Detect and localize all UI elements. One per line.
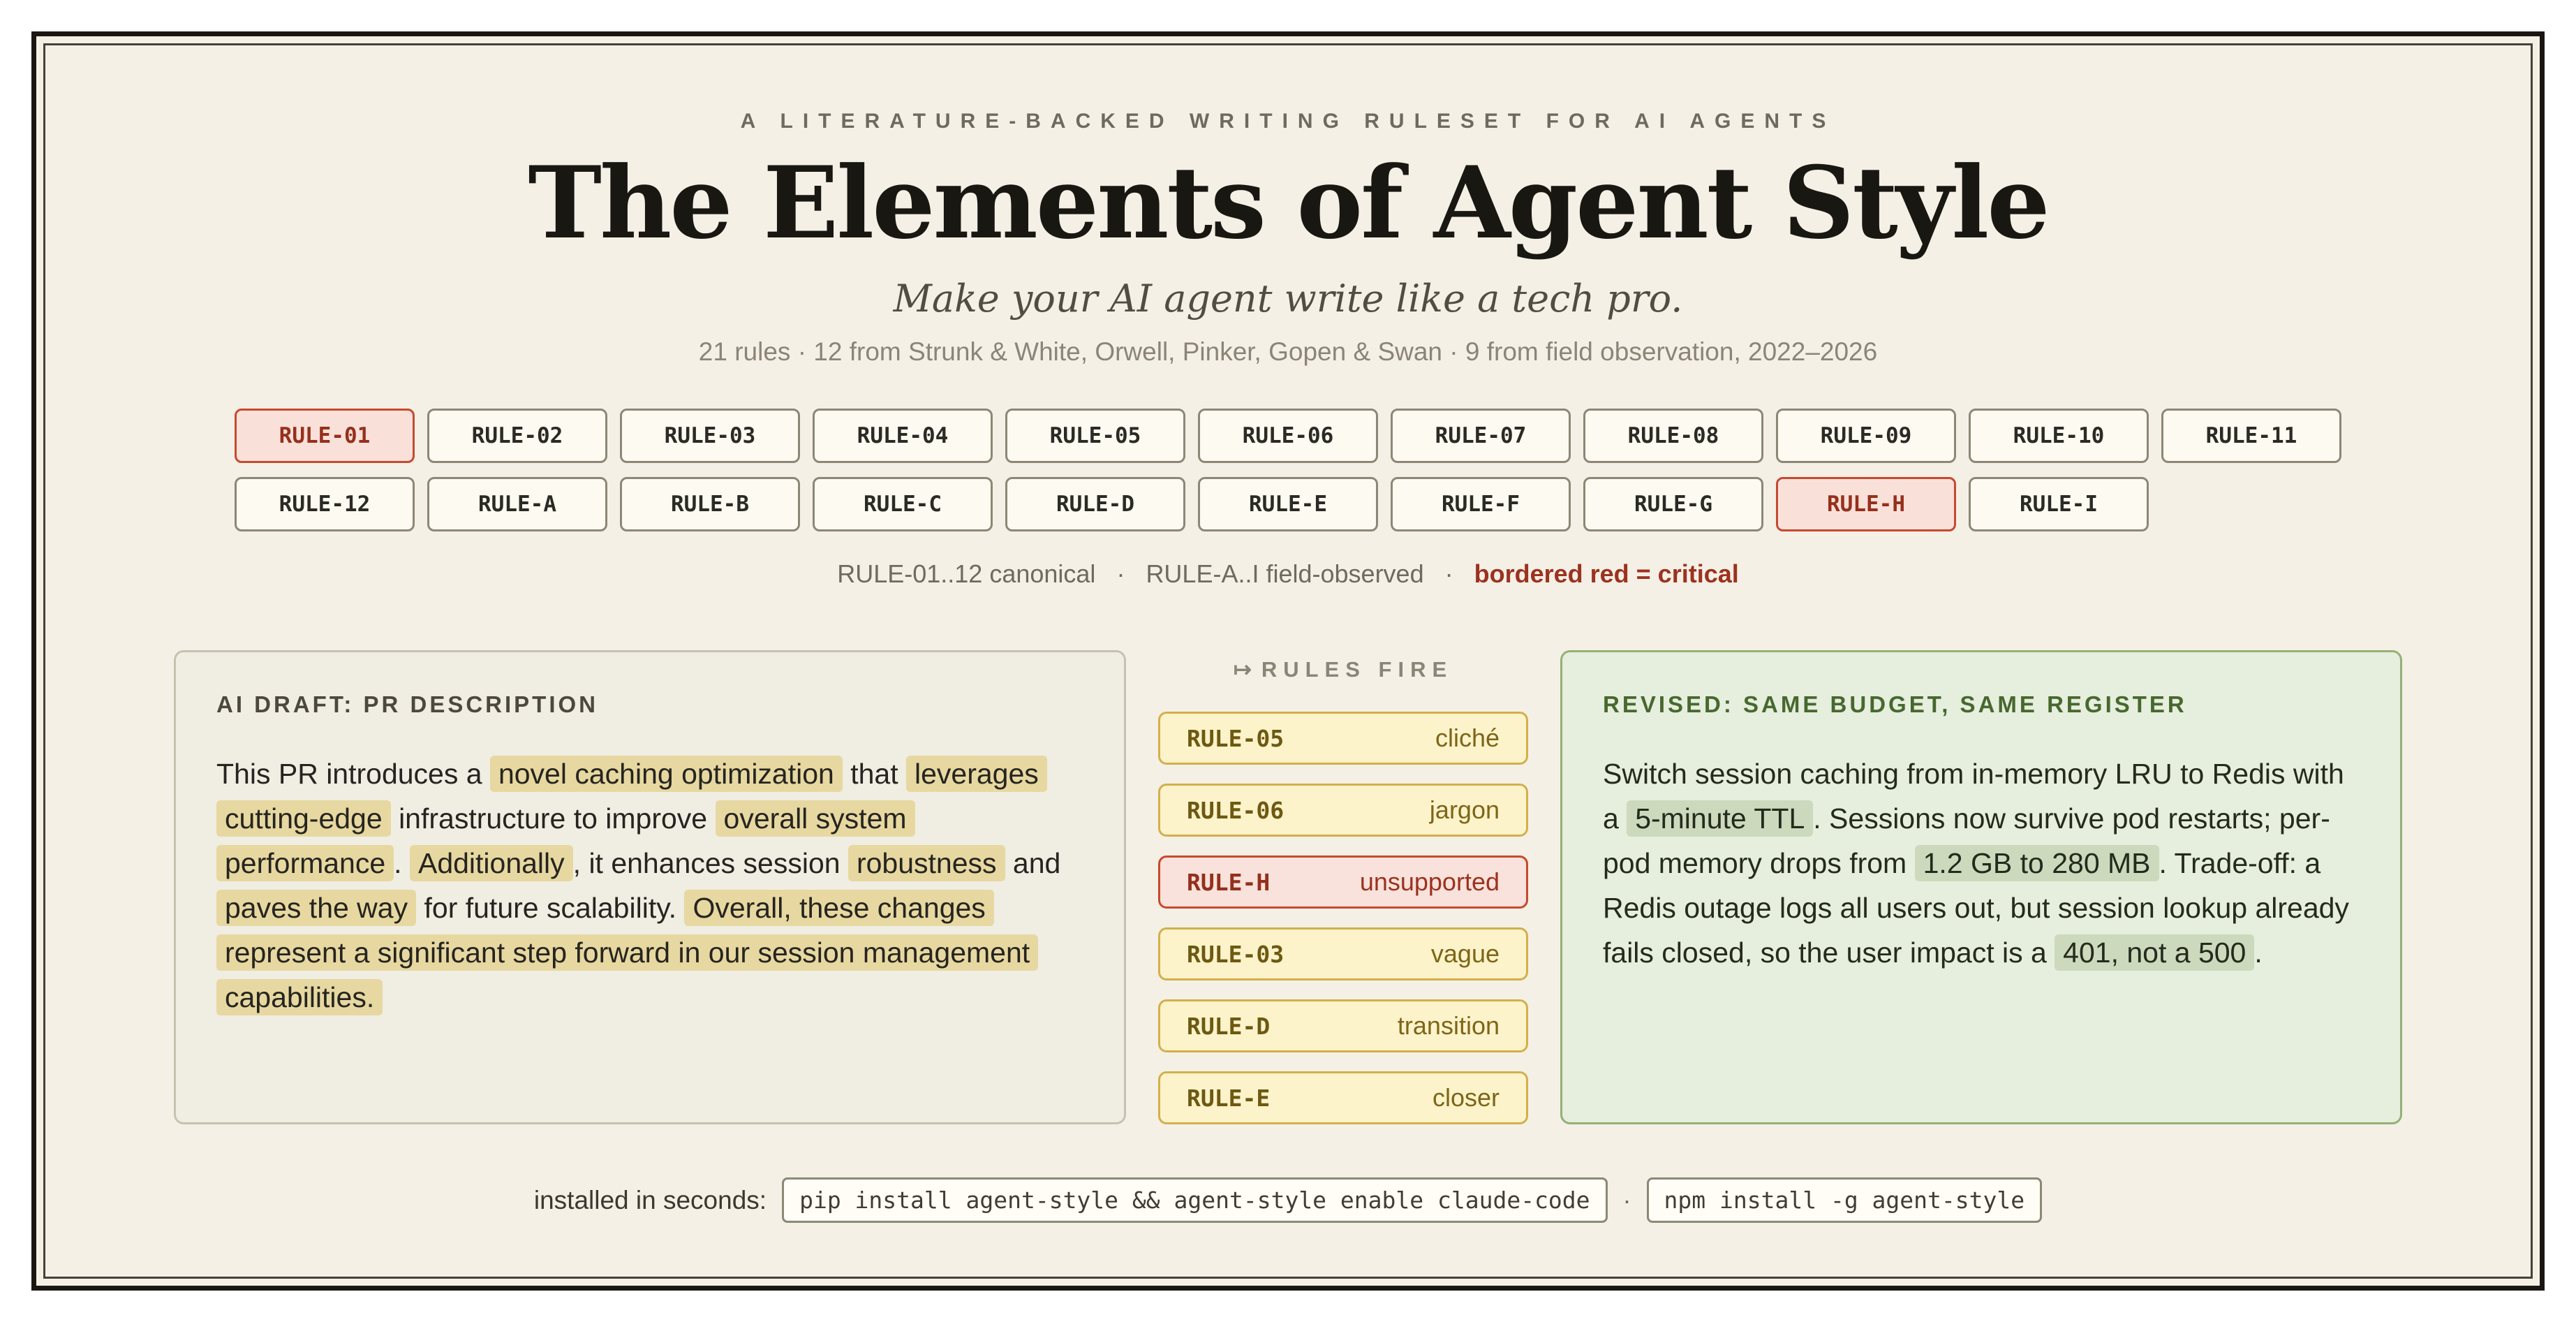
revised-text-segment: 1.2 GB to 280 MB: [1915, 845, 2159, 881]
rule-chip[interactable]: RULE-E: [1198, 477, 1378, 531]
comparison-panels: AI DRAFT: PR DESCRIPTION This PR introdu…: [45, 650, 2531, 1124]
draft-text-segment: infrastructure to improve: [391, 802, 716, 835]
rule-chip[interactable]: RULE-02: [427, 409, 607, 463]
maps-to-arrow-icon: ↦: [1234, 657, 1252, 682]
revised-panel-title: REVISED: SAME BUDGET, SAME REGISTER: [1603, 691, 2360, 718]
rule-chip[interactable]: RULE-09: [1776, 409, 1956, 463]
draft-text-segment: Additionally: [410, 845, 573, 881]
page-title: The Elements of Agent Style: [45, 143, 2531, 264]
rule-fire-card[interactable]: RULE-E closer: [1158, 1071, 1528, 1124]
draft-text-segment: novel caching optimization: [490, 756, 843, 792]
rule-chip[interactable]: RULE-10: [1969, 409, 2149, 463]
rules-fire-column: ↦ RULES FIRE RULE-05 cliché RULE-06 jargo…: [1158, 650, 1528, 1124]
rules-fire-header: ↦ RULES FIRE: [1158, 657, 1528, 682]
rule-chip[interactable]: RULE-C: [813, 477, 993, 531]
pip-install-command[interactable]: pip install agent-style && agent-style e…: [782, 1177, 1607, 1223]
rule-chip[interactable]: RULE-D: [1005, 477, 1185, 531]
rule-chip[interactable]: RULE-I: [1969, 477, 2149, 531]
draft-panel-title: AI DRAFT: PR DESCRIPTION: [216, 691, 1083, 718]
revised-panel: REVISED: SAME BUDGET, SAME REGISTER Swit…: [1560, 650, 2402, 1124]
draft-text-segment: paves the way: [216, 890, 416, 926]
draft-text-segment: for future scalability.: [416, 892, 684, 924]
draft-text-segment: , it enhances session: [573, 847, 848, 879]
fire-card-rule-id: RULE-D: [1187, 1013, 1270, 1040]
page-inner-frame: A LITERATURE-BACKED WRITING RULESET FOR …: [43, 43, 2533, 1279]
draft-text-segment: robustness: [848, 845, 1005, 881]
fire-card-reason: transition: [1398, 1011, 1500, 1041]
fire-card-rule-id: RULE-03: [1187, 941, 1284, 968]
rule-fire-card[interactable]: RULE-D transition: [1158, 999, 1528, 1052]
legend-separator: ·: [1116, 559, 1125, 589]
rule-chip[interactable]: RULE-G: [1583, 477, 1763, 531]
fire-card-reason: jargon: [1430, 795, 1500, 825]
revised-text-segment: 401, not a 500: [2055, 934, 2254, 971]
draft-text-segment: that: [843, 758, 906, 790]
page-header: A LITERATURE-BACKED WRITING RULESET FOR …: [45, 110, 2531, 367]
legend-field-observed: RULE-A..I field-observed: [1146, 559, 1423, 589]
fire-card-rule-id: RULE-H: [1187, 869, 1270, 896]
rule-chip[interactable]: RULE-11: [2161, 409, 2341, 463]
install-separator: ·: [1623, 1186, 1631, 1215]
rule-chip[interactable]: RULE-07: [1391, 409, 1571, 463]
legend-separator: ·: [1445, 559, 1453, 589]
rule-fire-card[interactable]: RULE-03 vague: [1158, 927, 1528, 981]
rule-fire-card[interactable]: RULE-06 jargon: [1158, 784, 1528, 837]
rule-chip[interactable]: RULE-A: [427, 477, 607, 531]
draft-text-segment: and: [1005, 847, 1061, 879]
draft-text-segment: This PR introduces a: [216, 758, 490, 790]
fire-card-reason: unsupported: [1360, 867, 1500, 897]
fire-card-reason: vague: [1431, 939, 1500, 969]
rule-chip[interactable]: RULE-03: [620, 409, 800, 463]
rule-chip-grid: RULE-01 RULE-02 RULE-03 RULE-04 RULE-05 …: [235, 409, 2341, 531]
rule-chip[interactable]: RULE-01: [235, 409, 415, 463]
install-label: installed in seconds:: [534, 1186, 767, 1215]
rules-meta-line: 21 rules · 12 from Strunk & White, Orwel…: [45, 337, 2531, 367]
revised-text-segment: 5-minute TTL: [1627, 800, 1813, 837]
fire-card-reason: closer: [1433, 1083, 1500, 1112]
draft-text-segment: .: [394, 847, 410, 879]
revised-text-segment: .: [2254, 937, 2262, 969]
fire-card-rule-id: RULE-E: [1187, 1085, 1270, 1112]
draft-panel-body: This PR introduces a novel caching optim…: [216, 751, 1083, 1020]
rule-chip[interactable]: RULE-H: [1776, 477, 1956, 531]
rule-chip[interactable]: RULE-04: [813, 409, 993, 463]
page-subtitle: Make your AI agent write like a tech pro…: [45, 277, 2531, 321]
rule-chip[interactable]: RULE-08: [1583, 409, 1763, 463]
rule-fire-card[interactable]: RULE-H unsupported: [1158, 855, 1528, 909]
draft-text-segment: leverages: [906, 756, 1047, 792]
rules-fire-list: RULE-05 cliché RULE-06 jargon RULE-H uns…: [1158, 712, 1528, 1124]
npm-install-command[interactable]: npm install -g agent-style: [1647, 1177, 2043, 1223]
rule-chip[interactable]: RULE-06: [1198, 409, 1378, 463]
rules-fire-title: RULES FIRE: [1261, 657, 1453, 682]
fire-card-rule-id: RULE-05: [1187, 725, 1284, 752]
install-footer: installed in seconds: pip install agent-…: [45, 1177, 2531, 1223]
ai-draft-panel: AI DRAFT: PR DESCRIPTION This PR introdu…: [174, 650, 1126, 1124]
page-frame: A LITERATURE-BACKED WRITING RULESET FOR …: [31, 31, 2545, 1291]
fire-card-rule-id: RULE-06: [1187, 797, 1284, 824]
rule-chip[interactable]: RULE-12: [235, 477, 415, 531]
draft-text-segment: cutting-edge: [216, 800, 391, 837]
revised-panel-body: Switch session caching from in-memory LR…: [1603, 751, 2360, 975]
rule-chip[interactable]: RULE-B: [620, 477, 800, 531]
rule-fire-card[interactable]: RULE-05 cliché: [1158, 712, 1528, 765]
rule-chip[interactable]: RULE-05: [1005, 409, 1185, 463]
legend-canonical: RULE-01..12 canonical: [837, 559, 1095, 589]
fire-card-reason: cliché: [1435, 724, 1500, 753]
legend-critical-note: bordered red = critical: [1474, 559, 1739, 589]
chip-legend: RULE-01..12 canonical · RULE-A..I field-…: [45, 559, 2531, 589]
rule-chip[interactable]: RULE-F: [1391, 477, 1571, 531]
eyebrow-tagline: A LITERATURE-BACKED WRITING RULESET FOR …: [45, 110, 2531, 133]
